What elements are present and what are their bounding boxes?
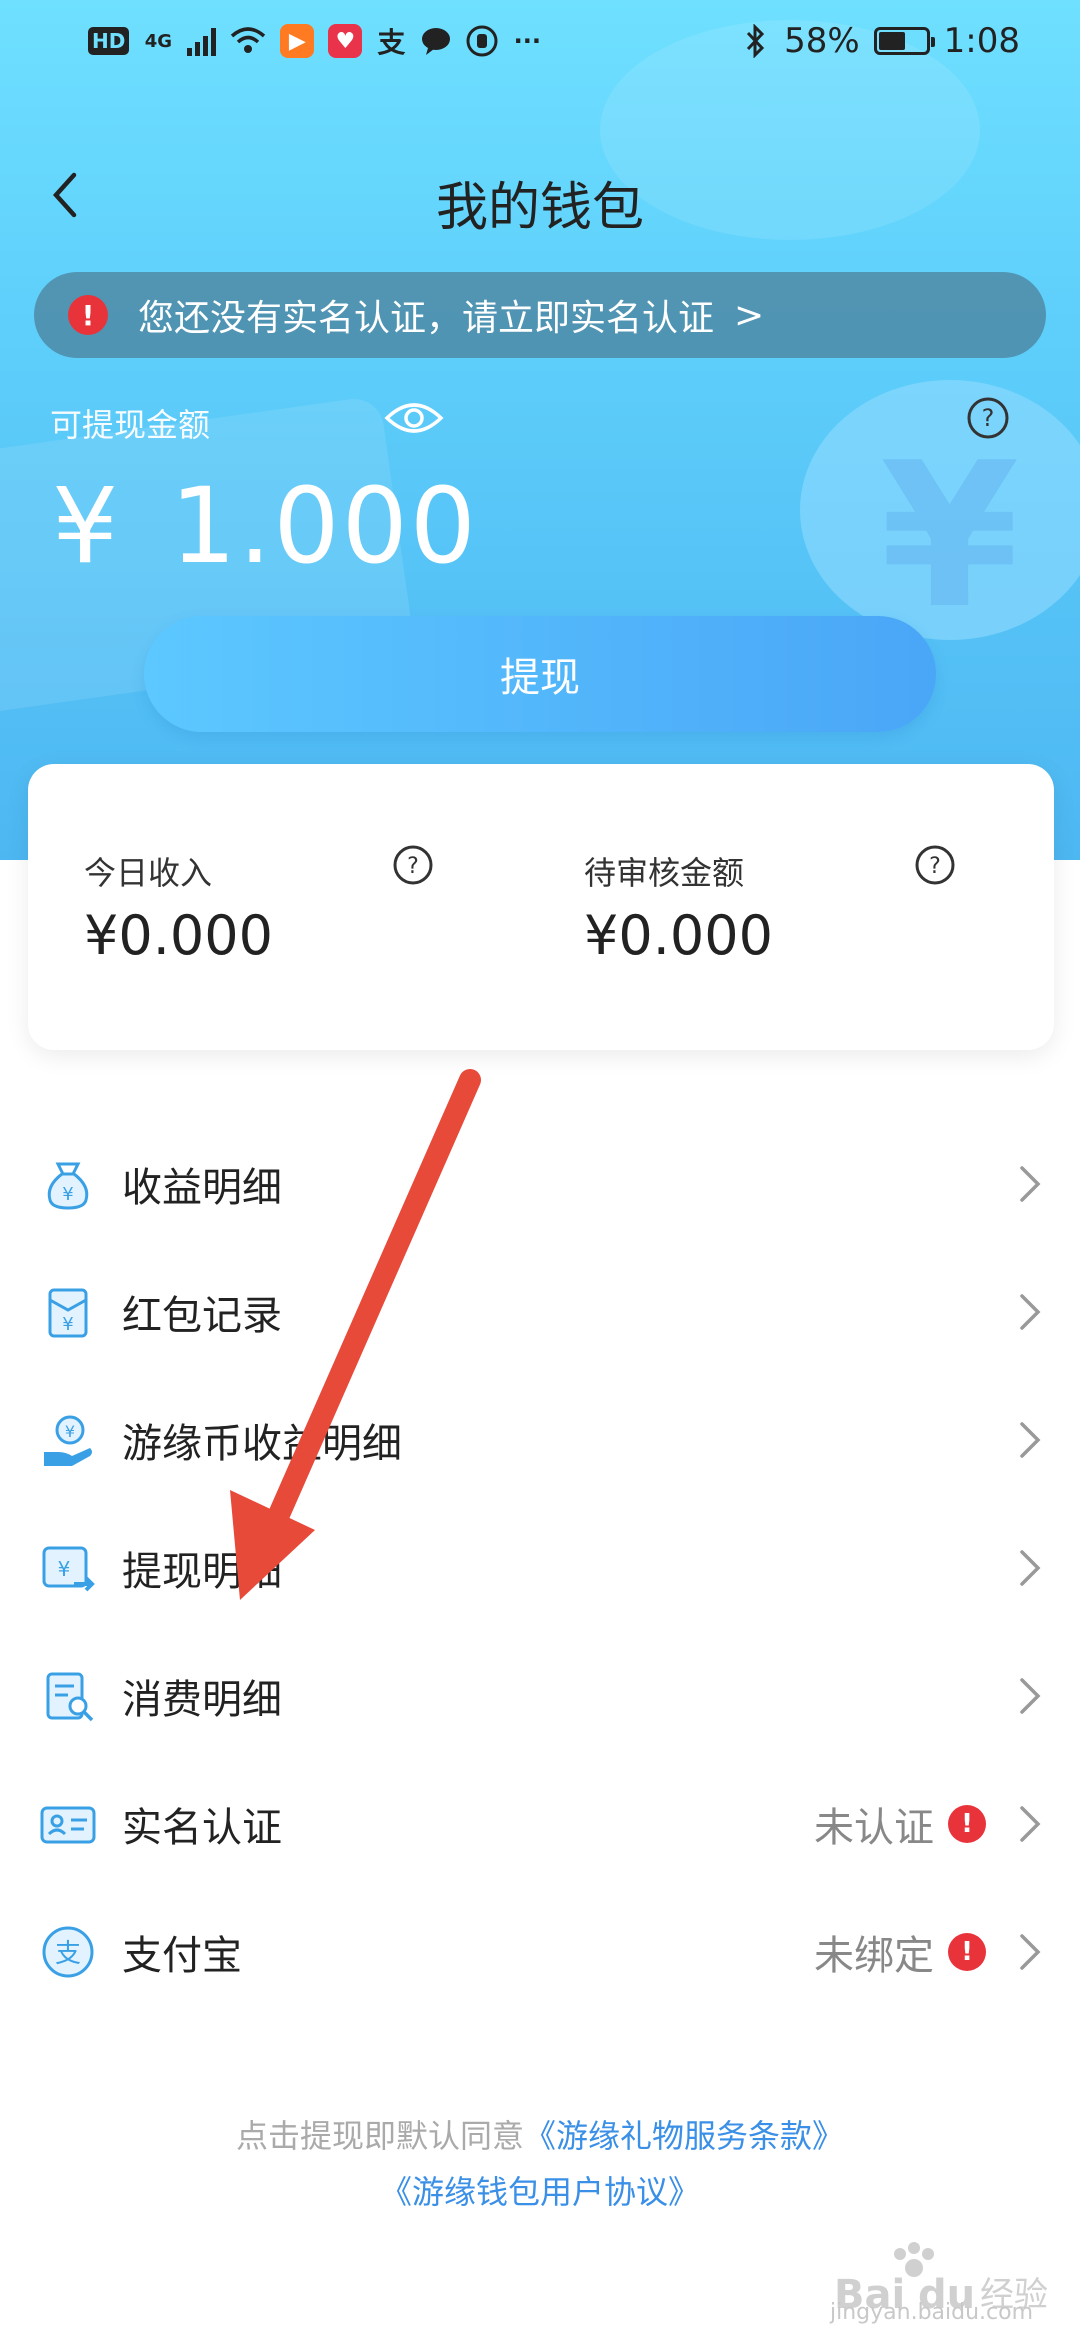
agreement-prefix: 点击提现即默认同意 [235, 2117, 524, 2155]
battery-icon [873, 27, 935, 55]
menu-item-real-name[interactable]: 实名认证 未认证 ! [0, 1760, 1080, 1888]
balance-value: 1.000 [170, 465, 478, 587]
yen-decor-icon: ¥ [880, 420, 1020, 653]
pending-amount-value: ¥0.000 [584, 904, 773, 967]
menu-item-coin-income-detail[interactable]: ¥ 游缘币收益明细 [0, 1376, 1080, 1504]
chevron-right-icon [1020, 1422, 1041, 1458]
hd-icon: HD [88, 27, 130, 55]
menu-item-red-packet-record[interactable]: ¥ 红包记录 [0, 1248, 1080, 1376]
more-notifications-icon: ··· [513, 27, 542, 55]
withdraw-record-icon: ¥ [42, 1546, 95, 1592]
consume-search-icon [46, 1672, 94, 1722]
menu-item-label: 消费明细 [122, 1677, 282, 1723]
clock-time: 1:08 [943, 21, 1020, 61]
menu-item-label: 红包记录 [122, 1293, 282, 1339]
battery-percent: 58% [784, 21, 860, 61]
menu-item-label: 收益明细 [122, 1165, 282, 1211]
video-app-icon: ▶ [280, 24, 315, 58]
bluetooth-icon [740, 24, 770, 58]
signal-icon [187, 26, 217, 56]
verify-status: 未认证 [814, 1805, 934, 1851]
agreement-line-1: 点击提现即默认同意《游缘礼物服务条款》 [0, 2108, 1080, 2164]
menu-item-label: 支付宝 [122, 1933, 242, 1979]
banner-text: 您还没有实名认证，请立即实名认证 [138, 298, 715, 339]
wifi-icon [230, 24, 266, 58]
hand-icon [466, 24, 498, 58]
currency-symbol: ¥ [52, 465, 121, 587]
wallet-agreement-link[interactable]: 《游缘钱包用户协议》 [380, 2173, 700, 2211]
balance-amount: ¥1.000 [52, 465, 478, 587]
shop-app-icon: ♥ [328, 24, 363, 58]
svg-text:¥: ¥ [58, 1557, 71, 1581]
service-terms-link[interactable]: 《游缘礼物服务条款》 [524, 2117, 844, 2155]
watermark-url: jingyan.baidu.com [830, 2300, 1034, 2325]
menu-item-withdraw-detail[interactable]: ¥ 提现明细 [0, 1504, 1080, 1632]
red-packet-icon: ¥ [48, 1288, 88, 1338]
menu-item-income-detail[interactable]: ¥ 收益明细 [0, 1120, 1080, 1248]
svg-text:支: 支 [55, 1939, 81, 1969]
warning-icon: ! [948, 1933, 986, 1971]
chevron-right-icon [1020, 1806, 1041, 1842]
page-title: 我的钱包 [435, 178, 644, 238]
menu-item-label: 实名认证 [122, 1805, 282, 1851]
today-income-label: 今日收入 [84, 854, 213, 892]
today-income-value: ¥0.000 [84, 904, 273, 967]
menu-item-label: 提现明细 [122, 1549, 282, 1595]
chevron-right-icon [1020, 1550, 1041, 1586]
warning-icon: ! [68, 295, 108, 335]
title-bar: 我的钱包 [0, 150, 1080, 240]
agreement-footer: 点击提现即默认同意《游缘礼物服务条款》 《游缘钱包用户协议》 [0, 2108, 1080, 2220]
svg-text:?: ? [982, 404, 995, 432]
svg-text:?: ? [929, 854, 941, 879]
menu-item-alipay[interactable]: 支 支付宝 未绑定 ! [0, 1888, 1080, 2016]
pending-amount-label: 待审核金额 [584, 854, 745, 892]
menu-item-consume-detail[interactable]: 消费明细 [0, 1632, 1080, 1760]
verify-banner[interactable]: ! 您还没有实名认证，请立即实名认证 > [34, 272, 1046, 358]
eye-icon[interactable] [384, 396, 444, 440]
help-icon[interactable]: ? [914, 844, 956, 886]
alipay-icon: 支 [42, 1926, 94, 1978]
alipay-status-icon: 支 [377, 26, 406, 59]
summary-card: 今日收入 ? ¥0.000 待审核金额 ? ¥0.000 [28, 764, 1054, 1050]
chevron-right-icon [1020, 1678, 1041, 1714]
status-bar: HD 4G ▶ ♥ 支 ··· 58% 1:08 [0, 0, 1080, 82]
withdraw-button[interactable]: 提现 [144, 616, 936, 732]
svg-text:¥: ¥ [65, 1422, 75, 1441]
help-icon[interactable]: ? [966, 396, 1010, 440]
warning-icon: ! [948, 1805, 986, 1843]
help-icon[interactable]: ? [392, 844, 434, 886]
coin-hand-icon: ¥ [44, 1415, 92, 1466]
chevron-right-icon [1020, 1294, 1041, 1330]
id-card-icon [40, 1806, 96, 1844]
menu-item-label: 游缘币收益明细 [122, 1421, 402, 1467]
chevron-right-icon [1020, 1934, 1041, 1970]
agreement-line-2: 《游缘钱包用户协议》 [0, 2164, 1080, 2220]
network-type: 4G [144, 30, 172, 52]
balance-label: 可提现金额 [50, 406, 211, 444]
chat-icon [420, 24, 452, 58]
svg-text:¥: ¥ [62, 1314, 73, 1335]
svg-text:?: ? [407, 854, 419, 879]
bind-status: 未绑定 [814, 1933, 934, 1979]
money-bag-icon: ¥ [47, 1162, 89, 1210]
svg-text:¥: ¥ [62, 1184, 73, 1205]
banner-chevron-icon: > [734, 294, 765, 336]
chevron-right-icon [1020, 1166, 1041, 1202]
